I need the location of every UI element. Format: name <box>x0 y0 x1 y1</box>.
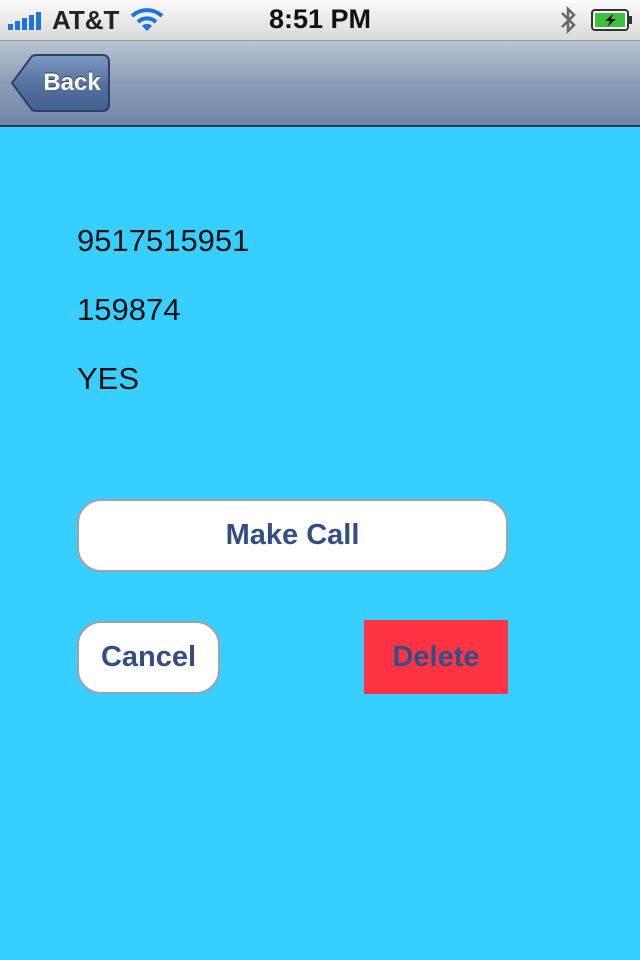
navigation-bar: Back <box>0 41 640 127</box>
phone-number: 9517515951 <box>77 223 250 258</box>
battery-icon <box>591 9 632 31</box>
back-button-label: Back <box>43 69 101 96</box>
status-value: YES <box>77 361 140 396</box>
delete-button[interactable]: Delete <box>364 620 508 694</box>
status-time: 8:51 PM <box>268 4 372 34</box>
bluetooth-icon <box>561 5 576 35</box>
status-bar: AT&T 8:51 PM <box>0 0 640 41</box>
make-call-button[interactable]: Make Call <box>77 499 508 572</box>
code-value: 159874 <box>77 292 181 327</box>
back-button[interactable]: Back <box>10 54 110 112</box>
cancel-button[interactable]: Cancel <box>77 621 220 694</box>
